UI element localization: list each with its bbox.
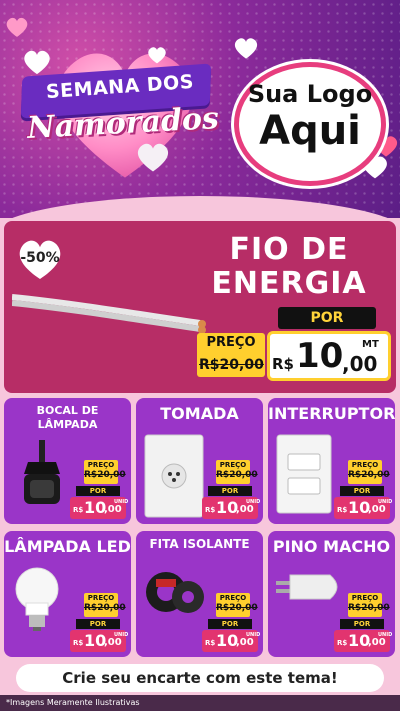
price-currency: R$ bbox=[73, 639, 84, 647]
price-unit: UNID bbox=[378, 632, 393, 638]
preco-label: PREÇO bbox=[206, 335, 256, 350]
switch-icon bbox=[276, 434, 332, 518]
cable-icon bbox=[12, 294, 206, 334]
led-bulb-icon bbox=[12, 567, 62, 637]
preco-label: PREÇO bbox=[219, 461, 247, 469]
product-title-line1: TOMADA bbox=[160, 404, 239, 423]
product-title: BOCAL DE LÂMPADA bbox=[4, 404, 131, 432]
old-price: R$20,00 bbox=[348, 470, 390, 480]
cta-bar[interactable]: Crie seu encarte com este tema! bbox=[16, 664, 384, 692]
feature-title-line2: ENERGIA bbox=[211, 266, 367, 301]
outlet-icon bbox=[144, 434, 204, 522]
product-title: PINO MACHO bbox=[268, 537, 395, 556]
small-heart-icon bbox=[6, 17, 28, 37]
small-heart-icon bbox=[137, 143, 169, 172]
product-title-line1: FITA ISOLANTE bbox=[149, 537, 250, 551]
por-label: POR bbox=[208, 486, 252, 496]
por-label: POR bbox=[278, 307, 376, 329]
price-integer: 10 bbox=[84, 498, 107, 517]
price-unit: UNID bbox=[246, 499, 261, 505]
old-price: R$20,00 bbox=[348, 603, 390, 613]
preco-label: PREÇO bbox=[87, 461, 115, 469]
price-decimal: ,00 bbox=[104, 504, 122, 515]
product-title: INTERRUPTOR bbox=[268, 404, 395, 423]
price-integer: 10 bbox=[348, 631, 371, 650]
price-box: R$ 10 ,00 UNID bbox=[202, 630, 261, 652]
price-decimal: ,00 bbox=[104, 637, 122, 648]
product-card: BOCAL DE LÂMPADA PREÇO R$20,00 POR R$ 10… bbox=[4, 398, 131, 524]
price-decimal: ,00 bbox=[236, 637, 254, 648]
feature-title: FIO DE ENERGIA bbox=[204, 233, 374, 301]
por-label: POR bbox=[340, 486, 384, 496]
product-title: LÂMPADA LED bbox=[4, 537, 131, 556]
preco-label: PREÇO bbox=[351, 594, 379, 602]
preco-label: PREÇO bbox=[351, 461, 379, 469]
preco-label: PREÇO bbox=[219, 594, 247, 602]
product-title-line1: PINO MACHO bbox=[272, 537, 391, 556]
price-decimal: ,00 bbox=[368, 637, 386, 648]
price-currency: R$ bbox=[272, 355, 294, 373]
product-card: PINO MACHO PREÇO R$20,00 POR R$ 10 ,00 U… bbox=[268, 531, 395, 657]
small-heart-icon bbox=[148, 47, 166, 64]
por-label: POR bbox=[340, 619, 384, 629]
product-title: FITA ISOLANTE bbox=[136, 537, 263, 552]
old-price: R$20,00 bbox=[84, 470, 126, 480]
lamp-socket-icon bbox=[12, 440, 72, 514]
product-card: FITA ISOLANTE PREÇO R$20,00 POR R$ 10 ,0… bbox=[136, 531, 263, 657]
product-card: INTERRUPTOR PREÇO R$20,00 POR R$ 10 ,00 … bbox=[268, 398, 395, 524]
price-integer: 10 bbox=[348, 498, 371, 517]
product-title: TOMADA bbox=[136, 404, 263, 423]
small-heart-icon bbox=[24, 50, 50, 75]
product-title-line2: LÂMPADA bbox=[37, 418, 98, 431]
price-unit: UNID bbox=[378, 499, 393, 505]
logo-placeholder: Sua Logo Aqui bbox=[234, 62, 386, 186]
price-box: R$ 10 ,00 UNID bbox=[70, 630, 129, 652]
price-unit: UNID bbox=[114, 632, 129, 638]
preco-label: PREÇO bbox=[87, 594, 115, 602]
header-banner: SEMANA DOS Namorados Sua Logo Aqui bbox=[0, 0, 400, 218]
price-decimal: ,00 bbox=[236, 504, 254, 515]
price-integer: 10 bbox=[296, 336, 344, 376]
old-price: R$20,00 bbox=[84, 603, 126, 613]
tape-icon bbox=[144, 567, 206, 621]
price-currency: R$ bbox=[205, 506, 216, 514]
product-card: TOMADA PREÇO R$20,00 POR R$ 10 ,00 UNID bbox=[136, 398, 263, 524]
old-price: R$20,00 bbox=[216, 470, 258, 480]
price-box: R$ 10 ,00 UNID bbox=[334, 497, 393, 519]
por-label: POR bbox=[76, 486, 120, 496]
logo-text-line1: Sua Logo bbox=[247, 80, 373, 108]
discount-text: -50% bbox=[20, 250, 60, 266]
price-box: R$ 10 ,00 UNID bbox=[202, 497, 261, 519]
price-unit: UNID bbox=[114, 499, 129, 505]
price-unit: MT bbox=[362, 339, 379, 350]
por-label: POR bbox=[76, 619, 120, 629]
feature-title-line1: FIO DE bbox=[229, 232, 349, 267]
disclaimer: *Imagens Meramente Ilustrativas bbox=[0, 695, 400, 711]
price-integer: 10 bbox=[216, 631, 239, 650]
product-title-line1: LÂMPADA LED bbox=[4, 537, 131, 556]
price-integer: 10 bbox=[216, 498, 239, 517]
price-decimal: ,00 bbox=[342, 352, 378, 376]
price-decimal: ,00 bbox=[368, 504, 386, 515]
price-currency: R$ bbox=[337, 639, 348, 647]
price-currency: R$ bbox=[205, 639, 216, 647]
price-box: R$ 10 ,00 UNID bbox=[334, 630, 393, 652]
small-heart-icon bbox=[234, 38, 258, 59]
product-title-line1: BOCAL DE bbox=[36, 404, 99, 417]
price-currency: R$ bbox=[73, 506, 84, 514]
logo-text-line2: Aqui bbox=[259, 108, 361, 154]
old-price: R$20,00 bbox=[199, 357, 264, 373]
product-title-line1: INTERRUPTOR bbox=[268, 404, 395, 423]
plug-icon bbox=[276, 567, 346, 611]
price-currency: R$ bbox=[337, 506, 348, 514]
price-unit: UNID bbox=[246, 632, 261, 638]
price-box: R$ 10 ,00 UNID bbox=[70, 497, 129, 519]
old-price: R$20,00 bbox=[216, 603, 258, 613]
price-integer: 10 bbox=[84, 631, 107, 650]
por-label: POR bbox=[208, 619, 252, 629]
product-card: LÂMPADA LED PREÇO R$20,00 POR R$ 10 ,00 … bbox=[4, 531, 131, 657]
